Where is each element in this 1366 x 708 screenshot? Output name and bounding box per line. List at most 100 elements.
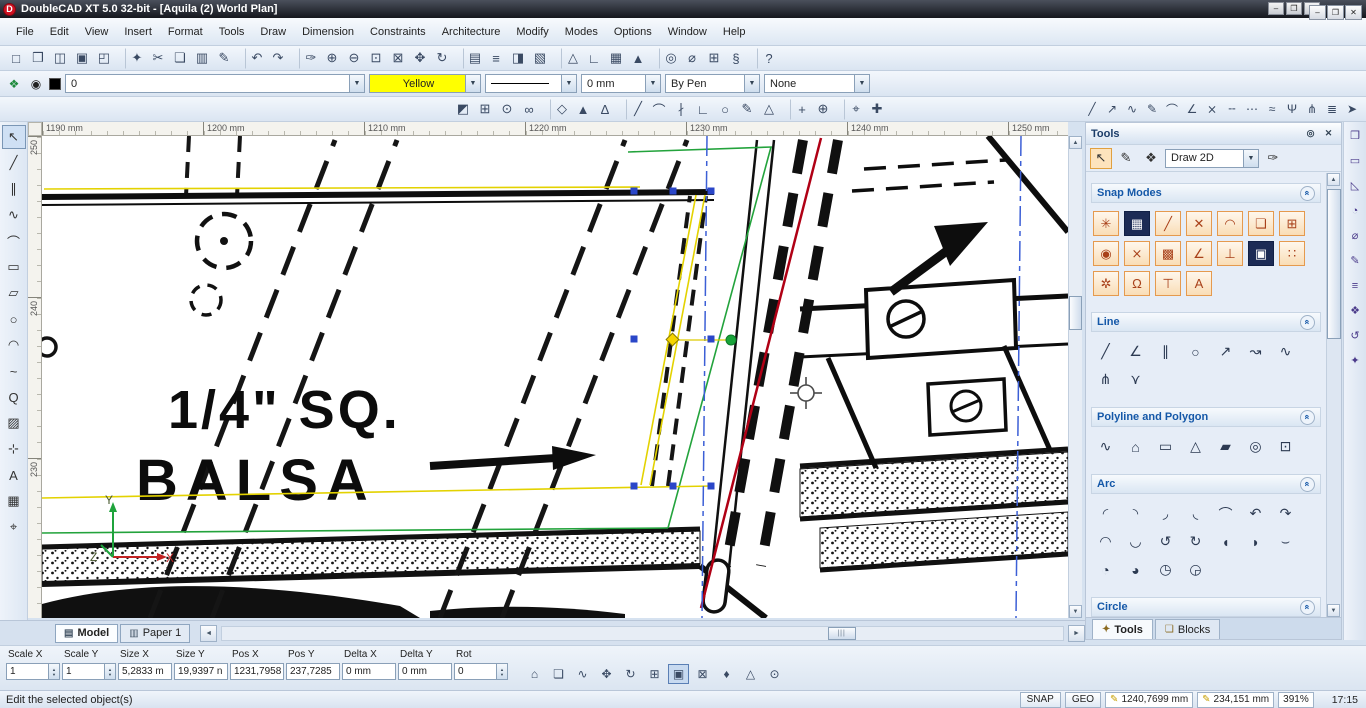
snap-toggle-button[interactable]: SNAP <box>1020 692 1061 708</box>
collapse-chevron-icon[interactable]: « <box>1300 410 1315 425</box>
arc-three-quarter-icon[interactable]: ◕ <box>1123 558 1148 581</box>
add-point-icon[interactable]: + <box>790 99 812 120</box>
field-input[interactable]: 237,7285 ▲▼ <box>286 663 340 680</box>
pen-arc-icon[interactable]: ⌒ <box>1162 99 1182 120</box>
section-header-snap-modes[interactable]: Snap Modes « <box>1091 183 1321 203</box>
rotate-handle-icon[interactable]: ↻ <box>620 664 641 684</box>
chain-icon[interactable]: ∞ <box>518 99 540 120</box>
spinner-control[interactable]: ▲▼ <box>48 664 59 679</box>
snap-tangent-icon[interactable]: ⊤ <box>1155 271 1181 296</box>
pen-angle-icon[interactable]: ∠ <box>1182 99 1202 120</box>
absolute-coord-icon[interactable]: ⌖ <box>844 99 866 120</box>
pick-box-icon[interactable]: ❏ <box>548 664 569 684</box>
tools-panel-header[interactable]: Tools ◎ ✕ <box>1086 123 1341 145</box>
panel-scroll-thumb[interactable] <box>1327 189 1341 339</box>
scroll-down-icon[interactable]: ▼ <box>1327 604 1340 617</box>
snap-divide-icon[interactable]: ∷ <box>1279 241 1305 266</box>
double-line-tool-icon[interactable]: ∥ <box>2 177 26 201</box>
close-icon[interactable]: ✕ <box>1321 126 1336 141</box>
minimize-button[interactable]: – <box>1268 2 1284 15</box>
line-parallel-icon[interactable]: ∥ <box>1153 340 1178 363</box>
snap-extension-icon[interactable]: ✲ <box>1093 271 1119 296</box>
undo-icon[interactable]: ↶ <box>245 48 267 69</box>
script-icon[interactable]: § <box>725 48 747 69</box>
line-width-combobox[interactable]: 0 mm ▼ <box>581 74 661 93</box>
facet-icon[interactable]: ◇ <box>550 99 572 120</box>
menu-item[interactable]: Help <box>715 22 754 42</box>
lasso-icon[interactable]: ∿ <box>572 664 593 684</box>
polygon-icon[interactable]: ⌂ <box>1123 435 1148 458</box>
layer-manager-icon[interactable]: ❖ <box>5 75 23 93</box>
arc-start-end-icon[interactable]: ↶ <box>1243 502 1268 525</box>
selection-handles[interactable] <box>631 188 737 490</box>
grid-array-icon[interactable]: ⊞ <box>474 99 496 120</box>
ellipse-tool-icon[interactable]: ◠ <box>2 333 26 357</box>
snap-toggle-icon[interactable]: △ <box>561 48 583 69</box>
mdi-minimize-button[interactable]: – <box>1309 5 1326 20</box>
collapse-chevron-icon[interactable]: « <box>1300 186 1315 201</box>
pen-arrow-icon[interactable]: ↗ <box>1102 99 1122 120</box>
line-fork-icon[interactable]: ⋎ <box>1123 368 1148 391</box>
layers-icon[interactable]: ≡ <box>485 48 507 69</box>
chevron-down-icon[interactable]: ▼ <box>744 75 759 92</box>
circle-mode-icon[interactable]: ○ <box>714 99 736 120</box>
set-square-icon[interactable]: ◺ <box>1346 176 1365 195</box>
layer-color-swatch[interactable] <box>49 78 61 90</box>
point-tool-icon[interactable]: ⌖ <box>2 515 26 539</box>
settings-strip-icon[interactable]: ✦ <box>1346 351 1365 370</box>
pen-multi-icon[interactable]: ≣ <box>1322 99 1342 120</box>
arc-rotate-cw-icon[interactable]: ↻ <box>1183 530 1208 553</box>
menu-item[interactable]: Dimension <box>294 22 362 42</box>
tab-paper1[interactable]: ▥ Paper 1 <box>120 624 190 643</box>
select-tool-icon[interactable]: ↖ <box>2 125 26 149</box>
node-links-icon[interactable]: ⊙ <box>496 99 518 120</box>
render-mode-icon[interactable]: ❖ <box>1140 148 1162 169</box>
arc-center-icon[interactable]: ↷ <box>1273 502 1298 525</box>
paste-icon[interactable]: ▥ <box>191 48 213 69</box>
restore-button[interactable]: ❐ <box>1286 2 1302 15</box>
arc-right-icon[interactable]: ◗ <box>1243 530 1268 553</box>
scroll-down-icon[interactable]: ▼ <box>1069 605 1082 618</box>
line-branch-icon[interactable]: ⋔ <box>1093 368 1118 391</box>
degrade-icon[interactable]: △ <box>740 664 761 684</box>
visibility-eye-icon[interactable]: ◉ <box>27 75 45 93</box>
snap-midpoint-icon[interactable]: ✕ <box>1186 211 1212 236</box>
horizontal-scroll-thumb[interactable]: ||| <box>828 627 856 640</box>
snap-angle-icon[interactable]: A <box>1186 271 1212 296</box>
section-header-circle[interactable]: Circle « <box>1091 597 1321 617</box>
snap-arc-center-icon[interactable]: ◠ <box>1217 211 1243 236</box>
pen-cross-icon[interactable]: ⨯ <box>1202 99 1222 120</box>
open-file-icon[interactable]: ❒ <box>27 48 49 69</box>
field-input[interactable]: 0 mm ▲▼ <box>398 663 452 680</box>
spinner-control[interactable]: ▲▼ <box>496 664 507 679</box>
angle-ruler-icon[interactable]: ▲ <box>627 48 649 69</box>
style-brush-icon[interactable]: ✑ <box>1262 148 1284 169</box>
target-point-icon[interactable]: ⊕ <box>812 99 834 120</box>
draw-mode-combobox[interactable]: Draw 2D ▼ <box>1165 149 1259 168</box>
inscribed-polygon-icon[interactable]: ⊡ <box>1273 435 1298 458</box>
calculator-icon[interactable]: ⊞ <box>703 48 725 69</box>
deselect-icon[interactable]: ⊠ <box>692 664 713 684</box>
measure-icon[interactable]: ⌀ <box>681 48 703 69</box>
menu-item[interactable]: Tools <box>211 22 253 42</box>
field-input[interactable]: 0 ▲▼ <box>454 663 508 680</box>
ruler-strip-icon[interactable]: ▭ <box>1346 151 1365 170</box>
image-tool-icon[interactable]: ▦ <box>2 489 26 513</box>
pen-wave-icon[interactable]: ∿ <box>1122 99 1142 120</box>
panel-scrollbar[interactable]: ▲ ▼ <box>1326 173 1341 617</box>
arc-ccw-icon[interactable]: ◜ <box>1093 502 1118 525</box>
grid-toggle-icon[interactable]: ▦ <box>605 48 627 69</box>
arc-left-icon[interactable]: ◖ <box>1213 530 1238 553</box>
dimension-tool-icon[interactable]: ⊹ <box>2 437 26 461</box>
snap-quadrant-icon[interactable]: ❏ <box>1248 211 1274 236</box>
polyline-icon[interactable]: ∿ <box>1093 435 1118 458</box>
stamp-icon[interactable]: ♦ <box>716 664 737 684</box>
snap-center-icon[interactable]: ▣ <box>1248 241 1274 266</box>
menu-item[interactable]: Draw <box>252 22 294 42</box>
zoom-level-field[interactable]: 391% <box>1278 692 1314 708</box>
hatch-tool-icon[interactable]: ▨ <box>2 411 26 435</box>
double-polygon-icon[interactable]: ▰ <box>1213 435 1238 458</box>
protractor-icon[interactable]: ◔ <box>1346 201 1365 220</box>
arc-bottom-icon[interactable]: ◡ <box>1123 530 1148 553</box>
line-angle-icon[interactable]: ∠ <box>1123 340 1148 363</box>
